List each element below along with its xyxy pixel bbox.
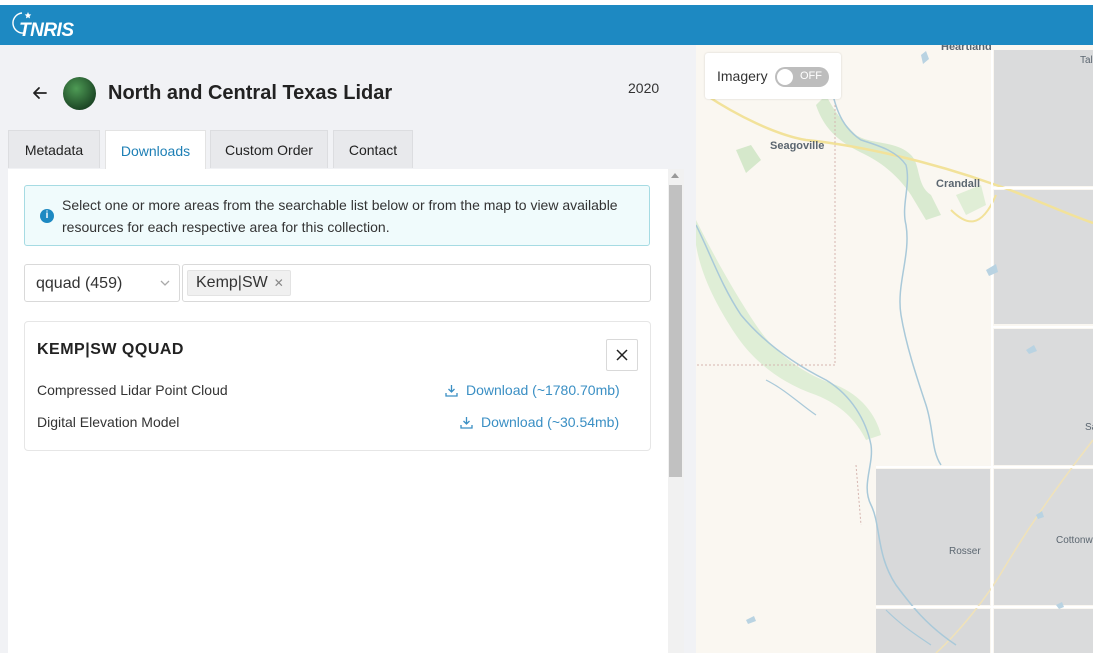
tab-metadata[interactable]: Metadata <box>8 130 100 168</box>
place-sa: Sa <box>1085 422 1093 433</box>
info-text: Select one or more areas from the search… <box>62 197 618 235</box>
selected-area-tag: Kemp|SW ✕ <box>187 270 291 296</box>
download-point-cloud-link[interactable]: Download (~1780.70mb) <box>445 382 620 398</box>
tab-downloads[interactable]: Downloads <box>105 130 206 170</box>
place-seagoville: Seagoville <box>770 140 825 152</box>
close-icon <box>616 349 628 361</box>
close-card-button[interactable] <box>606 339 638 371</box>
resource-name-dem: Digital Elevation Model <box>37 414 180 430</box>
area-search-input[interactable]: Kemp|SW ✕ <box>182 264 651 302</box>
tab-contact[interactable]: Contact <box>333 130 413 168</box>
scroll-up-arrow-icon[interactable] <box>671 173 679 178</box>
collection-title: North and Central Texas Lidar <box>108 82 393 104</box>
download-dem-label: Download (~30.54mb) <box>481 414 620 430</box>
download-point-cloud-label: Download (~1780.70mb) <box>466 382 620 398</box>
top-bar: TNRIS <box>0 0 1093 45</box>
map-view[interactable]: Heartland Tal Seagoville Crandall Sa Ros… <box>696 45 1093 653</box>
toggle-knob <box>777 69 793 85</box>
content-scrollbar[interactable] <box>668 169 684 653</box>
info-icon: i <box>40 209 54 223</box>
downloads-content: i Select one or more areas from the sear… <box>8 169 668 653</box>
arrow-left-icon[interactable] <box>30 83 50 103</box>
place-cottonwood: Cottonw <box>1056 535 1093 546</box>
tnris-logo[interactable]: TNRIS <box>19 20 74 42</box>
place-heartland: Heartland <box>941 45 992 53</box>
info-banner: i Select one or more areas from the sear… <box>24 185 650 246</box>
collection-panel: North and Central Texas Lidar 2020 Metad… <box>0 45 696 653</box>
place-rosser: Rosser <box>949 546 981 557</box>
remove-tag-icon[interactable]: ✕ <box>274 276 284 290</box>
toggle-state-label: OFF <box>800 70 822 82</box>
scroll-thumb[interactable] <box>669 185 682 477</box>
imagery-toggle[interactable]: OFF <box>775 67 829 87</box>
imagery-label: Imagery <box>717 68 768 84</box>
selected-area-label: Kemp|SW <box>196 274 268 291</box>
area-type-value: qquad (459) <box>36 275 123 292</box>
area-resource-card: KEMP|SW QQUAD Compressed Lidar Point Clo… <box>24 321 651 451</box>
collection-year: 2020 <box>628 80 660 96</box>
area-type-select[interactable]: qquad (459) <box>24 264 180 302</box>
tab-custom-order[interactable]: Custom Order <box>210 130 328 168</box>
download-icon <box>445 384 458 397</box>
imagery-control: Imagery OFF <box>705 53 841 99</box>
download-icon <box>460 416 473 429</box>
download-dem-link[interactable]: Download (~30.54mb) <box>460 414 619 430</box>
place-crandall: Crandall <box>936 178 981 190</box>
resource-name-point-cloud: Compressed Lidar Point Cloud <box>37 382 228 398</box>
chevron-down-icon <box>160 280 170 286</box>
header-bar <box>0 5 1093 45</box>
map-canvas[interactable] <box>696 45 1093 653</box>
collection-thumbnail <box>63 77 96 110</box>
place-tal: Tal <box>1080 55 1093 66</box>
area-card-title: KEMP|SW QQUAD <box>37 341 184 358</box>
